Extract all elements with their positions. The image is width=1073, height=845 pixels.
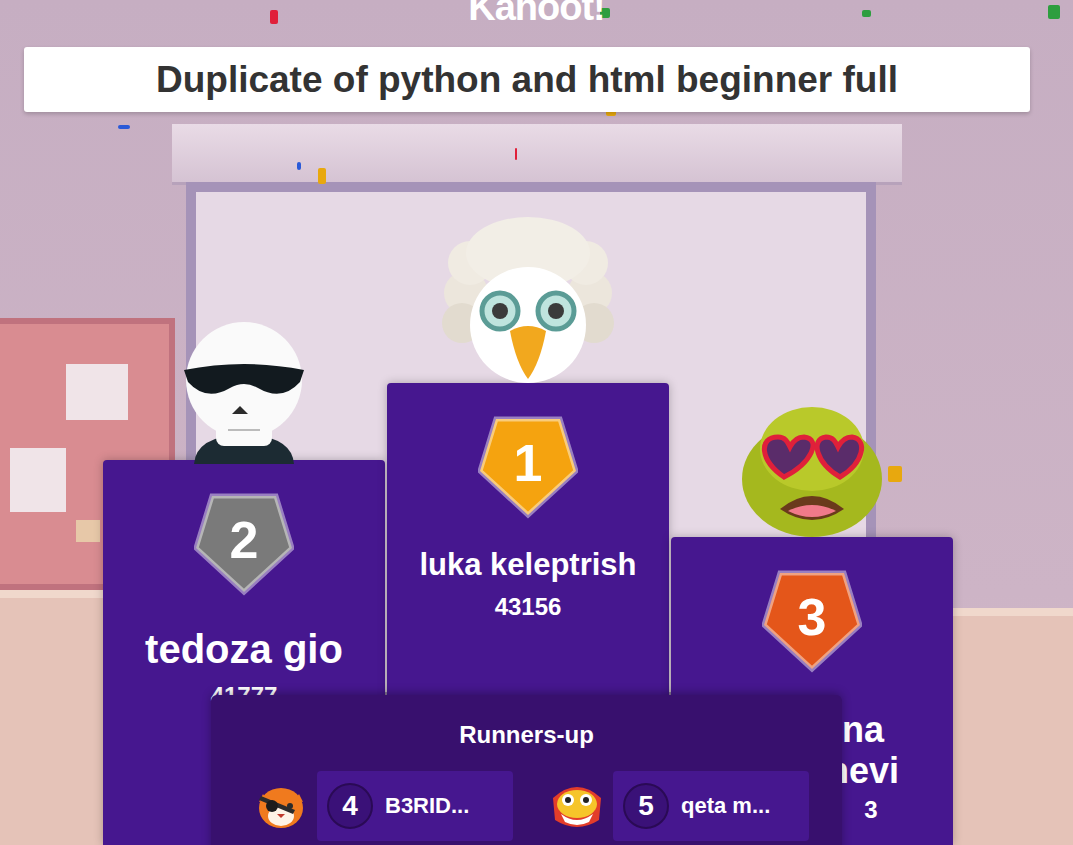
rank-number: 3	[762, 587, 862, 647]
kahoot-results-screen: Kahoot! Duplicate of python and html beg…	[0, 0, 1073, 845]
confetti	[297, 162, 301, 170]
confetti	[270, 10, 278, 24]
lion-avatar-icon	[549, 778, 605, 834]
tiger-avatar-icon	[253, 778, 309, 834]
rank-badge: 2	[194, 492, 294, 596]
runner-up-name: B3RID...	[385, 793, 469, 819]
confetti	[515, 148, 517, 160]
player-score: 43156	[495, 593, 562, 621]
runner-up-item: 5 qeta m...	[549, 771, 809, 841]
player-name: tedoza gio	[137, 626, 351, 672]
confetti	[118, 125, 130, 129]
rank-badge: 1	[478, 415, 578, 519]
runners-up-list: 4 B3RID... 5 qeta m...	[211, 771, 842, 841]
whiteboard-top	[172, 124, 902, 185]
quiz-title-bar: Duplicate of python and html beginner fu…	[24, 47, 1030, 112]
rank-number: 2	[194, 510, 294, 570]
skeleton-avatar-icon	[182, 318, 306, 464]
runners-up-panel: Runners-up 4 B3RID... 5 qeta m...	[211, 695, 842, 845]
runner-up-name: qeta m...	[681, 793, 770, 819]
rank-badge: 3	[762, 569, 862, 673]
confetti	[1048, 5, 1060, 19]
confetti	[862, 10, 871, 17]
runner-up-rank: 5	[623, 783, 669, 829]
note-paper	[10, 448, 66, 512]
eagle-avatar-icon	[436, 213, 620, 385]
rank-number: 1	[478, 433, 578, 493]
confetti	[318, 168, 326, 184]
kahoot-logo: Kahoot!	[0, 0, 1073, 29]
note-paper	[76, 520, 100, 542]
player-name: luka keleptrish	[411, 547, 644, 583]
runners-up-heading: Runners-up	[211, 721, 842, 749]
quiz-title: Duplicate of python and html beginner fu…	[156, 59, 898, 101]
confetti	[888, 466, 902, 482]
runner-up-rank: 4	[327, 783, 373, 829]
runner-up-card: 4 B3RID...	[317, 771, 513, 841]
frog-avatar-icon	[740, 399, 884, 537]
note-paper	[66, 364, 128, 420]
runner-up-card: 5 qeta m...	[613, 771, 809, 841]
runner-up-item: 4 B3RID...	[253, 771, 513, 841]
